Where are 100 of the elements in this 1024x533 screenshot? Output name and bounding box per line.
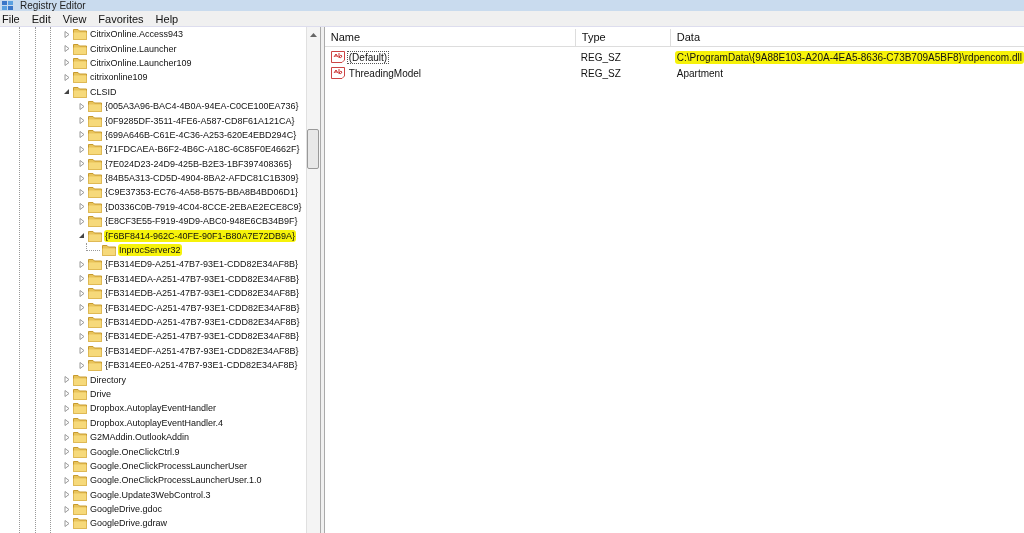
expand-icon[interactable] <box>78 332 85 340</box>
tree-item[interactable]: {C9E37353-EC76-4A58-B575-BBA8B4BD06D1} <box>104 186 300 199</box>
expand-icon[interactable] <box>78 160 85 168</box>
expand-icon[interactable] <box>63 59 70 67</box>
scroll-up-icon[interactable] <box>309 33 317 37</box>
collapse-icon[interactable] <box>78 232 85 240</box>
tree-item[interactable]: {D0336C0B-7919-4C04-8CCE-2EBAE2ECE8C9} <box>104 200 303 213</box>
tree-item[interactable]: Google.OneClickProcessLauncherUser.1.0 <box>89 474 263 487</box>
value-name[interactable]: ThreadingModel <box>346 66 424 80</box>
column-header[interactable]: Type <box>575 29 671 46</box>
folder-icon <box>88 316 102 328</box>
expand-icon[interactable] <box>63 390 70 398</box>
expand-icon[interactable] <box>78 189 85 196</box>
expand-icon[interactable] <box>78 102 85 110</box>
tree-item[interactable]: CLSID <box>89 85 118 98</box>
tree-item[interactable]: {FB314EDD-A251-47B7-93E1-CDD82E34AF8B} <box>104 316 301 328</box>
tree-item[interactable]: GoogleDrive.gdoc <box>89 503 164 516</box>
tree-item[interactable]: {FB314ED9-A251-47B7-93E1-CDD82E34AF8B} <box>104 258 300 271</box>
menu-item[interactable]: Favorites <box>98 12 144 25</box>
expand-icon[interactable] <box>63 404 70 412</box>
tree-item[interactable]: {7E024D23-24D9-425B-B2E3-1BF397408365} <box>104 157 293 170</box>
menu-item[interactable]: File <box>2 12 20 25</box>
expand-icon[interactable] <box>78 117 85 125</box>
value-data: Apartment <box>675 66 724 80</box>
expand-icon[interactable] <box>63 45 70 53</box>
tree-item[interactable]: Google.OneClickProcessLauncherUser <box>89 459 249 472</box>
expand-icon[interactable] <box>63 433 70 441</box>
tree-item[interactable]: citrixonline109 <box>89 71 149 84</box>
folder-icon <box>73 459 87 472</box>
expand-icon[interactable] <box>78 361 85 369</box>
string-value-icon <box>330 51 345 63</box>
tree-item[interactable]: {FB314EDC-A251-47B7-93E1-CDD82E34AF8B} <box>104 301 301 314</box>
tree-item[interactable]: CitrixOnline.Access943 <box>89 28 185 41</box>
expand-icon[interactable] <box>63 505 70 513</box>
expand-icon[interactable] <box>63 462 70 470</box>
menu-item[interactable]: Edit <box>31 12 51 25</box>
tree-item[interactable]: {FB314EDF-A251-47B7-93E1-CDD82E34AF8B} <box>104 344 300 357</box>
tree-item[interactable]: {FB314EDB-A251-47B7-93E1-CDD82E34AF8B} <box>104 287 301 300</box>
expand-icon[interactable] <box>78 260 85 268</box>
expand-icon[interactable] <box>63 376 70 384</box>
tree-item[interactable]: {FB314EDA-A251-47B7-93E1-CDD82E34AF8B} <box>104 272 301 285</box>
expand-icon[interactable] <box>78 203 85 211</box>
tree-item[interactable]: GoogleDrive.gdraw <box>89 517 169 530</box>
expand-icon[interactable] <box>63 476 70 484</box>
expand-icon[interactable] <box>63 448 70 455</box>
expand-icon[interactable] <box>78 174 85 182</box>
tree-item[interactable]: Directory <box>89 373 127 386</box>
expand-icon[interactable] <box>63 519 70 527</box>
tree-item[interactable]: {FB314EDE-A251-47B7-93E1-CDD82E34AF8B} <box>104 330 301 343</box>
expand-icon[interactable] <box>63 30 70 38</box>
value-name[interactable]: (Default) <box>346 50 390 64</box>
menu-item[interactable]: Help <box>155 12 179 25</box>
expand-icon[interactable] <box>78 289 85 297</box>
scrollbar[interactable] <box>305 27 320 533</box>
folder-icon <box>73 387 87 400</box>
tree-item[interactable]: G2MAddin.OutlookAddin <box>89 431 191 444</box>
value-data: C:\ProgramData\{9A88E103-A20A-4EA5-8636-C73B709A5BF8}\rdpencom.dll <box>674 50 1024 64</box>
expand-icon[interactable] <box>78 347 85 355</box>
folder-icon <box>73 503 87 516</box>
expand-icon[interactable] <box>78 145 85 153</box>
expand-icon[interactable] <box>63 491 70 499</box>
tree-item[interactable]: {0F9285DF-3511-4FE6-A587-CD8F61A121CA} <box>104 114 296 127</box>
folder-icon <box>88 215 102 228</box>
tree-item[interactable]: {71FDCAEA-B6F2-4B6C-A18C-6C85F0E4662F} <box>104 143 301 156</box>
tree-item[interactable]: InprocServer32 <box>118 244 182 257</box>
folder-icon <box>88 100 102 113</box>
folder-icon <box>73 474 87 487</box>
registry-icon <box>2 0 14 11</box>
tree-item[interactable]: Dropbox.AutoplayEventHandler <box>89 402 218 415</box>
expand-icon[interactable] <box>78 217 85 225</box>
expand-icon[interactable] <box>63 419 70 427</box>
folder-icon <box>88 157 102 170</box>
scroll-thumb[interactable] <box>307 129 320 169</box>
tree-item[interactable]: {005A3A96-BAC4-4B0A-94EA-C0CE100EA736} <box>104 100 300 113</box>
expand-icon[interactable] <box>78 318 85 326</box>
tree-item[interactable]: {F6BF8414-962C-40FE-90F1-B80A7E72DB9A} <box>104 229 297 242</box>
tree-item[interactable]: CitrixOnline.Launcher <box>89 42 178 55</box>
folder-icon <box>88 301 102 314</box>
folder-icon <box>88 359 102 372</box>
expand-icon[interactable] <box>78 131 85 139</box>
tree-item[interactable]: Google.Update3WebControl.3 <box>89 488 212 501</box>
tree-item[interactable]: Dropbox.AutoplayEventHandler.4 <box>89 416 225 429</box>
folder-icon <box>73 416 87 429</box>
tree-item[interactable]: {84B5A313-CD5D-4904-8BA2-AFDC81C1B309} <box>104 172 300 185</box>
tree-item[interactable]: Drive <box>89 387 112 400</box>
tree-item[interactable]: {FB314EE0-A251-47B7-93E1-CDD82E34AF8B} <box>104 359 299 372</box>
expand-icon[interactable] <box>78 275 85 283</box>
folder-icon <box>88 258 102 271</box>
tree-item[interactable]: {699A646B-C61E-4C36-A253-620E4EBD294C} <box>104 128 298 141</box>
expand-icon[interactable] <box>78 304 85 312</box>
tree-item[interactable]: {E8CF3E55-F919-49D9-ABC0-948E6CB34B9F} <box>104 215 299 228</box>
folder-icon <box>88 186 102 199</box>
expand-icon[interactable] <box>63 73 70 81</box>
tree-item[interactable]: Google.OneClickCtrl.9 <box>89 445 181 458</box>
column-header[interactable]: Data <box>670 29 1024 46</box>
column-header[interactable]: Name <box>324 29 576 46</box>
menu-item[interactable]: View <box>62 12 87 25</box>
collapse-icon[interactable] <box>63 88 70 96</box>
tree-item[interactable]: CitrixOnline.Launcher109 <box>89 56 193 69</box>
folder-icon <box>73 431 87 444</box>
